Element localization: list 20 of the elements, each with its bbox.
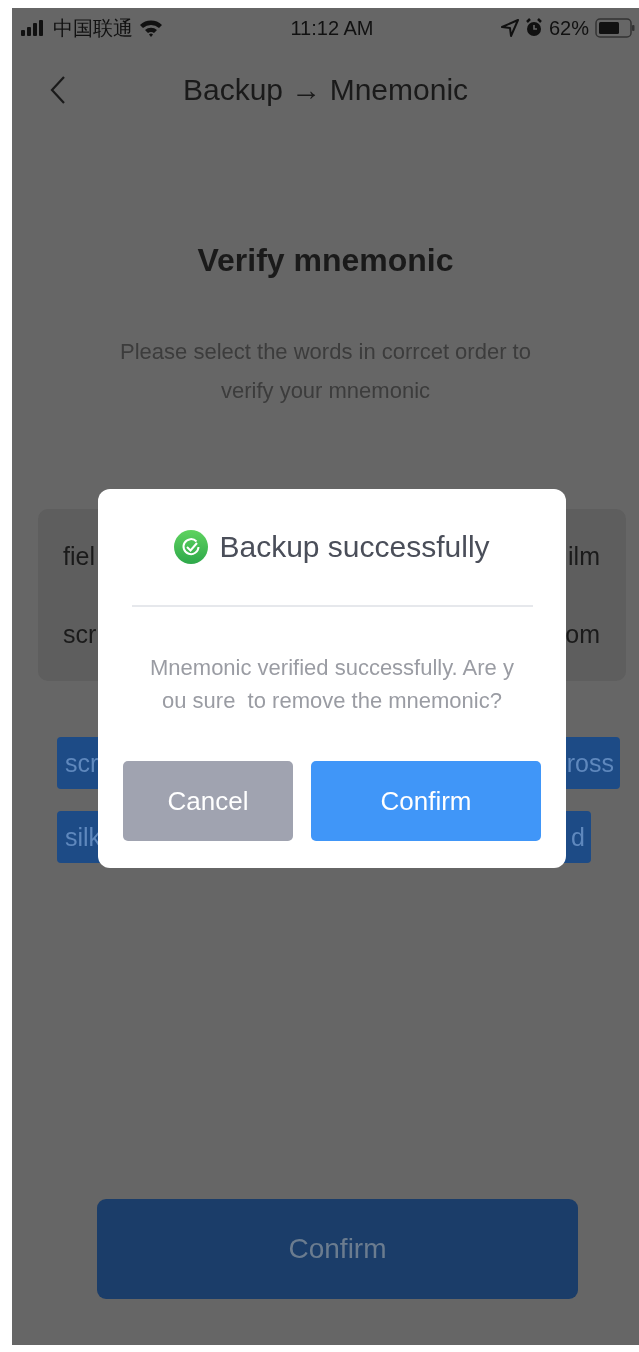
confirm-button[interactable]: Confirm (97, 1199, 578, 1299)
word-text: fiel (63, 541, 95, 571)
dialog-title: Backup successfully (219, 530, 490, 564)
back-chevron-icon[interactable] (50, 75, 66, 105)
word-text: scr (63, 619, 97, 649)
wifi-icon (139, 19, 163, 37)
word-text: om (565, 619, 600, 649)
confirm-button[interactable]: Confirm (311, 761, 541, 841)
dialog-message: Mnemonic verified successfully. Are you sure to remove the mnemonic? (149, 654, 515, 715)
word-text: ilm (568, 541, 600, 571)
battery-icon (595, 18, 635, 38)
carrier-name: 中国联通 (53, 15, 133, 41)
battery-percent: 62% (548, 16, 589, 40)
nav-title: Backup → Mnemonic (182, 73, 469, 107)
status-time: 11:12 AM (290, 16, 374, 40)
success-check-icon (174, 530, 209, 564)
page-heading: Verify mnemonic (196, 241, 455, 280)
alarm-clock-icon (524, 18, 543, 38)
cancel-button[interactable]: Cancel (123, 761, 293, 841)
location-arrow-icon (500, 19, 519, 37)
